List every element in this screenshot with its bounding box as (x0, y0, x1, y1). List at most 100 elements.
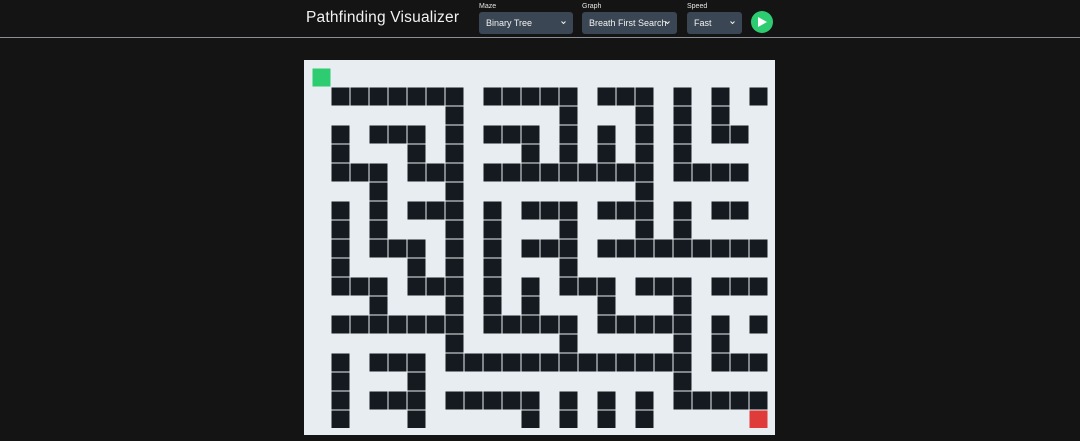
open-cell[interactable] (730, 220, 749, 239)
wall-cell[interactable] (483, 163, 502, 182)
open-cell[interactable] (578, 372, 597, 391)
wall-cell[interactable] (407, 125, 426, 144)
wall-cell[interactable] (559, 163, 578, 182)
open-cell[interactable] (616, 144, 635, 163)
open-cell[interactable] (312, 220, 331, 239)
wall-cell[interactable] (597, 296, 616, 315)
wall-cell[interactable] (635, 182, 654, 201)
open-cell[interactable] (711, 296, 730, 315)
open-cell[interactable] (616, 258, 635, 277)
wall-cell[interactable] (521, 125, 540, 144)
graph-select[interactable]: Breath First Search (582, 12, 677, 34)
start-node[interactable] (312, 68, 331, 87)
open-cell[interactable] (426, 258, 445, 277)
open-cell[interactable] (369, 106, 388, 125)
wall-cell[interactable] (407, 410, 426, 428)
open-cell[interactable] (730, 87, 749, 106)
open-cell[interactable] (312, 410, 331, 428)
wall-cell[interactable] (350, 87, 369, 106)
open-cell[interactable] (578, 334, 597, 353)
wall-cell[interactable] (540, 201, 559, 220)
open-cell[interactable] (483, 372, 502, 391)
wall-cell[interactable] (597, 277, 616, 296)
wall-cell[interactable] (331, 87, 350, 106)
wall-cell[interactable] (635, 87, 654, 106)
wall-cell[interactable] (635, 106, 654, 125)
open-cell[interactable] (559, 68, 578, 87)
open-cell[interactable] (312, 239, 331, 258)
open-cell[interactable] (350, 334, 369, 353)
wall-cell[interactable] (540, 353, 559, 372)
open-cell[interactable] (616, 182, 635, 201)
wall-cell[interactable] (559, 125, 578, 144)
wall-cell[interactable] (559, 106, 578, 125)
open-cell[interactable] (578, 87, 597, 106)
open-cell[interactable] (616, 277, 635, 296)
open-cell[interactable] (350, 391, 369, 410)
open-cell[interactable] (730, 410, 749, 428)
open-cell[interactable] (312, 201, 331, 220)
open-cell[interactable] (673, 410, 692, 428)
open-cell[interactable] (578, 125, 597, 144)
open-cell[interactable] (749, 334, 768, 353)
open-cell[interactable] (464, 258, 483, 277)
open-cell[interactable] (711, 182, 730, 201)
open-cell[interactable] (483, 410, 502, 428)
open-cell[interactable] (464, 296, 483, 315)
open-cell[interactable] (407, 68, 426, 87)
open-cell[interactable] (426, 182, 445, 201)
open-cell[interactable] (502, 296, 521, 315)
wall-cell[interactable] (692, 391, 711, 410)
open-cell[interactable] (312, 258, 331, 277)
wall-cell[interactable] (350, 277, 369, 296)
open-cell[interactable] (312, 182, 331, 201)
wall-cell[interactable] (445, 277, 464, 296)
open-cell[interactable] (502, 372, 521, 391)
open-cell[interactable] (692, 410, 711, 428)
open-cell[interactable] (426, 353, 445, 372)
wall-cell[interactable] (331, 372, 350, 391)
open-cell[interactable] (426, 68, 445, 87)
open-cell[interactable] (350, 106, 369, 125)
open-cell[interactable] (540, 334, 559, 353)
wall-cell[interactable] (673, 353, 692, 372)
wall-cell[interactable] (559, 277, 578, 296)
wall-cell[interactable] (369, 391, 388, 410)
wall-cell[interactable] (749, 315, 768, 334)
open-cell[interactable] (540, 220, 559, 239)
wall-cell[interactable] (331, 391, 350, 410)
open-cell[interactable] (635, 68, 654, 87)
open-cell[interactable] (312, 391, 331, 410)
wall-cell[interactable] (749, 87, 768, 106)
open-cell[interactable] (445, 410, 464, 428)
wall-cell[interactable] (559, 334, 578, 353)
wall-cell[interactable] (692, 163, 711, 182)
open-cell[interactable] (749, 258, 768, 277)
open-cell[interactable] (692, 315, 711, 334)
open-cell[interactable] (502, 239, 521, 258)
open-cell[interactable] (407, 334, 426, 353)
open-cell[interactable] (654, 182, 673, 201)
wall-cell[interactable] (407, 239, 426, 258)
open-cell[interactable] (388, 163, 407, 182)
open-cell[interactable] (654, 220, 673, 239)
wall-cell[interactable] (597, 163, 616, 182)
wall-cell[interactable] (331, 220, 350, 239)
open-cell[interactable] (388, 277, 407, 296)
maze-grid-svg[interactable] (312, 68, 768, 428)
open-cell[interactable] (502, 68, 521, 87)
open-cell[interactable] (388, 201, 407, 220)
open-cell[interactable] (749, 125, 768, 144)
open-cell[interactable] (692, 106, 711, 125)
wall-cell[interactable] (673, 125, 692, 144)
wall-cell[interactable] (597, 391, 616, 410)
wall-cell[interactable] (673, 144, 692, 163)
wall-cell[interactable] (654, 277, 673, 296)
wall-cell[interactable] (407, 201, 426, 220)
open-cell[interactable] (388, 144, 407, 163)
wall-cell[interactable] (388, 239, 407, 258)
open-cell[interactable] (597, 258, 616, 277)
wall-cell[interactable] (616, 201, 635, 220)
wall-cell[interactable] (464, 353, 483, 372)
open-cell[interactable] (730, 296, 749, 315)
